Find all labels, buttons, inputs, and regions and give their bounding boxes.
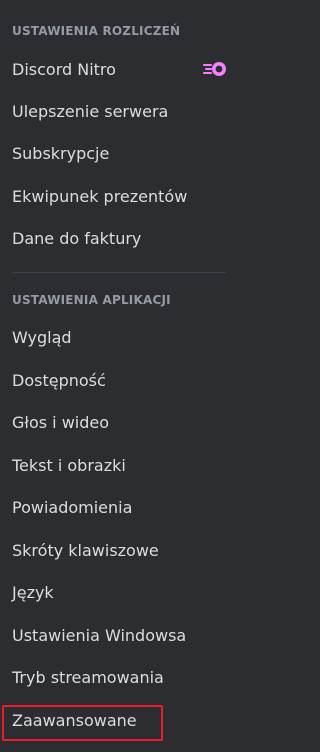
app-settings-header: USTAWIENIA APLIKACJI	[12, 293, 171, 307]
sidebar-item-label: Ekwipunek prezentów	[12, 187, 188, 206]
sidebar-item-label: Głos i wideo	[12, 413, 110, 432]
nitro-icon	[203, 62, 226, 76]
sidebar-item-label: Discord Nitro	[12, 60, 116, 79]
sidebar-item-windows-settings[interactable]: Ustawienia Windowsa	[12, 621, 186, 651]
sidebar-item-appearance[interactable]: Wygląd	[12, 323, 72, 353]
sidebar-item-language[interactable]: Język	[12, 578, 54, 608]
sidebar-item-streamer-mode[interactable]: Tryb streamowania	[12, 663, 164, 693]
sidebar-item-label: Ustawienia Windowsa	[12, 626, 187, 645]
sidebar-item-text-images[interactable]: Tekst i obrazki	[12, 451, 126, 481]
sidebar-item-label: Dostępność	[12, 371, 106, 390]
sidebar-item-label: Tryb streamowania	[12, 668, 164, 687]
sidebar-item-label: Subskrypcje	[12, 144, 110, 163]
sidebar-item-label: Skróty klawiszowe	[12, 541, 159, 560]
sidebar-item-label: Powiadomienia	[12, 498, 133, 517]
sidebar-item-notifications[interactable]: Powiadomienia	[12, 493, 132, 523]
sidebar-item-keybinds[interactable]: Skróty klawiszowe	[12, 536, 159, 566]
settings-sidebar: USTAWIENIA ROZLICZEŃ Discord Nitro Uleps…	[0, 0, 256, 752]
section-divider	[12, 272, 226, 273]
sidebar-item-server-boost[interactable]: Ulepszenie serwera	[12, 97, 168, 127]
sidebar-item-gift-inventory[interactable]: Ekwipunek prezentów	[12, 182, 187, 212]
sidebar-item-accessibility[interactable]: Dostępność	[12, 366, 106, 396]
sidebar-item-billing[interactable]: Dane do faktury	[12, 224, 141, 254]
sidebar-item-voice-video[interactable]: Głos i wideo	[12, 408, 109, 438]
highlight-annotation-box	[2, 705, 163, 741]
sidebar-item-label: Wygląd	[12, 328, 72, 347]
sidebar-item-subscriptions[interactable]: Subskrypcje	[12, 139, 109, 169]
billing-settings-header: USTAWIENIA ROZLICZEŃ	[12, 24, 181, 38]
sidebar-item-label: Język	[12, 583, 54, 602]
sidebar-item-label: Tekst i obrazki	[12, 456, 126, 475]
sidebar-item-discord-nitro[interactable]: Discord Nitro	[12, 55, 116, 85]
sidebar-item-label: Dane do faktury	[12, 229, 142, 248]
sidebar-item-label: Ulepszenie serwera	[12, 102, 169, 121]
